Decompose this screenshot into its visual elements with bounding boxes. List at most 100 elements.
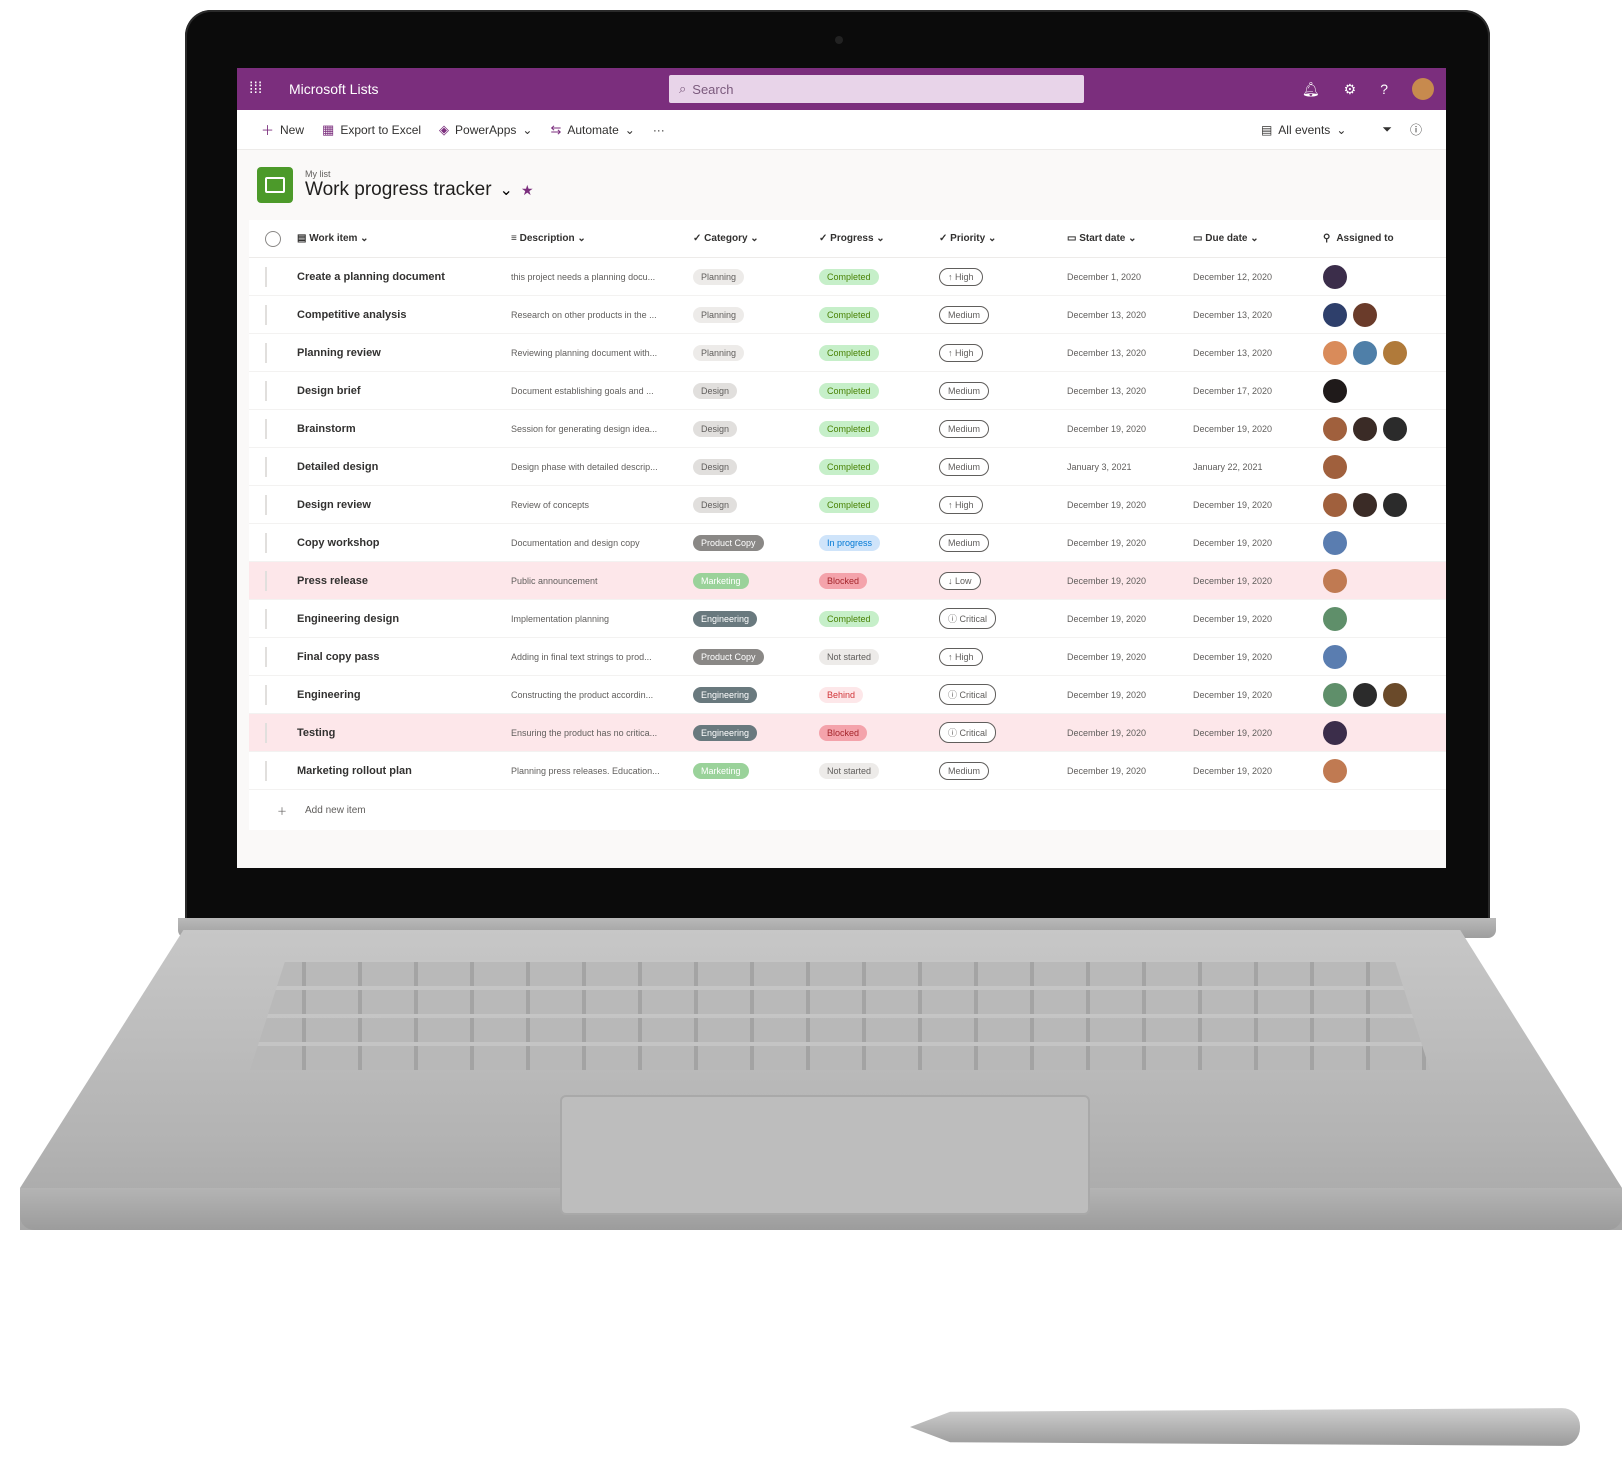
- table-row[interactable]: Engineering design Implementation planni…: [249, 600, 1446, 638]
- more-button[interactable]: ···: [653, 123, 665, 137]
- powerapps-button[interactable]: ◈ PowerApps ⌄: [439, 122, 532, 138]
- avatar[interactable]: [1353, 302, 1377, 327]
- row-select[interactable]: [249, 342, 297, 363]
- row-select[interactable]: [249, 608, 297, 629]
- favorite-star-icon[interactable]: ★: [521, 182, 534, 199]
- column-priority[interactable]: ✓ Priority ⌄: [939, 233, 1067, 244]
- table-row[interactable]: Final copy pass Adding in final text str…: [249, 638, 1446, 676]
- avatar[interactable]: [1323, 454, 1347, 479]
- help-icon[interactable]: ?: [1380, 81, 1388, 97]
- table-row[interactable]: Design review Review of concepts Design …: [249, 486, 1446, 524]
- row-select[interactable]: [249, 494, 297, 515]
- row-select[interactable]: [249, 570, 297, 591]
- column-description[interactable]: ≡ Description ⌄: [511, 233, 693, 244]
- assigned-cell: [1323, 264, 1443, 289]
- breadcrumb[interactable]: My list: [305, 169, 534, 179]
- avatar[interactable]: [1383, 492, 1407, 517]
- row-select[interactable]: [249, 684, 297, 705]
- new-button[interactable]: ＋ New: [261, 120, 304, 139]
- avatar[interactable]: [1412, 78, 1434, 100]
- export-excel-button[interactable]: ▦ Export to Excel: [322, 122, 421, 138]
- work-item-cell[interactable]: Engineering design: [297, 613, 511, 625]
- flow-icon: ⇆: [550, 121, 562, 137]
- row-select[interactable]: [249, 456, 297, 477]
- view-selector[interactable]: ▤ All events ⌄: [1261, 123, 1346, 137]
- table-row[interactable]: Planning review Reviewing planning docum…: [249, 334, 1446, 372]
- waffle-icon[interactable]: ⁞⁞⁞: [249, 80, 275, 98]
- avatar[interactable]: [1323, 378, 1347, 403]
- avatar[interactable]: [1323, 340, 1347, 365]
- avatar[interactable]: [1323, 416, 1347, 441]
- row-select[interactable]: [249, 646, 297, 667]
- avatar[interactable]: [1323, 264, 1347, 289]
- avatar[interactable]: [1323, 606, 1347, 631]
- work-item-cell[interactable]: Competitive analysis: [297, 309, 511, 321]
- work-item-cell[interactable]: Planning review: [297, 347, 511, 359]
- row-select[interactable]: [249, 532, 297, 553]
- progress-cell: Completed: [819, 268, 939, 285]
- work-item-cell[interactable]: Marketing rollout plan: [297, 765, 511, 777]
- avatar[interactable]: [1383, 682, 1407, 707]
- table-row[interactable]: Engineering Constructing the product acc…: [249, 676, 1446, 714]
- app-name[interactable]: Microsoft Lists: [289, 81, 669, 97]
- avatar[interactable]: [1323, 720, 1347, 745]
- table-row[interactable]: Create a planning document this project …: [249, 258, 1446, 296]
- table-row[interactable]: Detailed design Design phase with detail…: [249, 448, 1446, 486]
- avatar[interactable]: [1323, 644, 1347, 669]
- column-work-item[interactable]: ▤ Work item ⌄: [297, 233, 511, 244]
- avatar[interactable]: [1323, 530, 1347, 555]
- column-start-date[interactable]: ▭ Start date ⌄: [1067, 233, 1193, 244]
- row-select[interactable]: [249, 760, 297, 781]
- work-item-cell[interactable]: Detailed design: [297, 461, 511, 473]
- avatar[interactable]: [1353, 416, 1377, 441]
- row-select[interactable]: [249, 722, 297, 743]
- work-item-cell[interactable]: Press release: [297, 575, 511, 587]
- work-item-cell[interactable]: Design brief: [297, 385, 511, 397]
- avatar[interactable]: [1323, 682, 1347, 707]
- work-item-cell[interactable]: Testing: [297, 727, 511, 739]
- row-select[interactable]: [249, 266, 297, 287]
- bell-icon[interactable]: 🔔︎: [1302, 81, 1320, 98]
- work-item-cell[interactable]: Create a planning document: [297, 271, 511, 283]
- table-row[interactable]: Design brief Document establishing goals…: [249, 372, 1446, 410]
- work-item-cell[interactable]: Copy workshop: [297, 537, 511, 549]
- table-row[interactable]: Marketing rollout plan Planning press re…: [249, 752, 1446, 790]
- avatar[interactable]: [1383, 416, 1407, 441]
- filter-icon[interactable]: ⏷: [1382, 122, 1392, 137]
- category-pill: Design: [693, 496, 738, 513]
- avatar[interactable]: [1323, 568, 1347, 593]
- automate-button[interactable]: ⇆ Automate ⌄: [550, 122, 634, 138]
- search-box[interactable]: ⌕ Search: [669, 75, 1084, 103]
- avatar[interactable]: [1323, 492, 1347, 517]
- row-select[interactable]: [249, 418, 297, 439]
- search-input[interactable]: Search: [692, 82, 733, 97]
- select-all-radio[interactable]: [265, 230, 281, 247]
- progress-cell: Blocked: [819, 724, 939, 741]
- avatar[interactable]: [1353, 492, 1377, 517]
- chevron-down-icon[interactable]: ⌄: [500, 180, 513, 200]
- avatar[interactable]: [1353, 682, 1377, 707]
- table-row[interactable]: Brainstorm Session for generating design…: [249, 410, 1446, 448]
- work-item-cell[interactable]: Design review: [297, 499, 511, 511]
- table-row[interactable]: Copy workshop Documentation and design c…: [249, 524, 1446, 562]
- add-new-item-button[interactable]: ＋ Add new item: [249, 790, 1446, 830]
- work-item-cell[interactable]: Engineering: [297, 689, 511, 701]
- work-item-cell[interactable]: Brainstorm: [297, 423, 511, 435]
- avatar[interactable]: [1383, 340, 1407, 365]
- row-select[interactable]: [249, 304, 297, 325]
- due-date-cell: December 19, 2020: [1193, 537, 1273, 548]
- column-due-date[interactable]: ▭ Due date ⌄: [1193, 233, 1323, 244]
- avatar[interactable]: [1323, 302, 1347, 327]
- column-category[interactable]: ✓ Category ⌄: [693, 233, 819, 244]
- row-select[interactable]: [249, 380, 297, 401]
- table-row[interactable]: Competitive analysis Research on other p…: [249, 296, 1446, 334]
- info-icon[interactable]: ⓘ: [1410, 121, 1422, 138]
- table-row[interactable]: Testing Ensuring the product has no crit…: [249, 714, 1446, 752]
- column-assigned-to[interactable]: ⚲ Assigned to: [1323, 233, 1443, 244]
- table-row[interactable]: Press release Public announcement Market…: [249, 562, 1446, 600]
- work-item-cell[interactable]: Final copy pass: [297, 651, 511, 663]
- column-progress[interactable]: ✓ Progress ⌄: [819, 233, 939, 244]
- avatar[interactable]: [1353, 340, 1377, 365]
- gear-icon[interactable]: ⚙: [1344, 81, 1357, 98]
- avatar[interactable]: [1323, 758, 1347, 783]
